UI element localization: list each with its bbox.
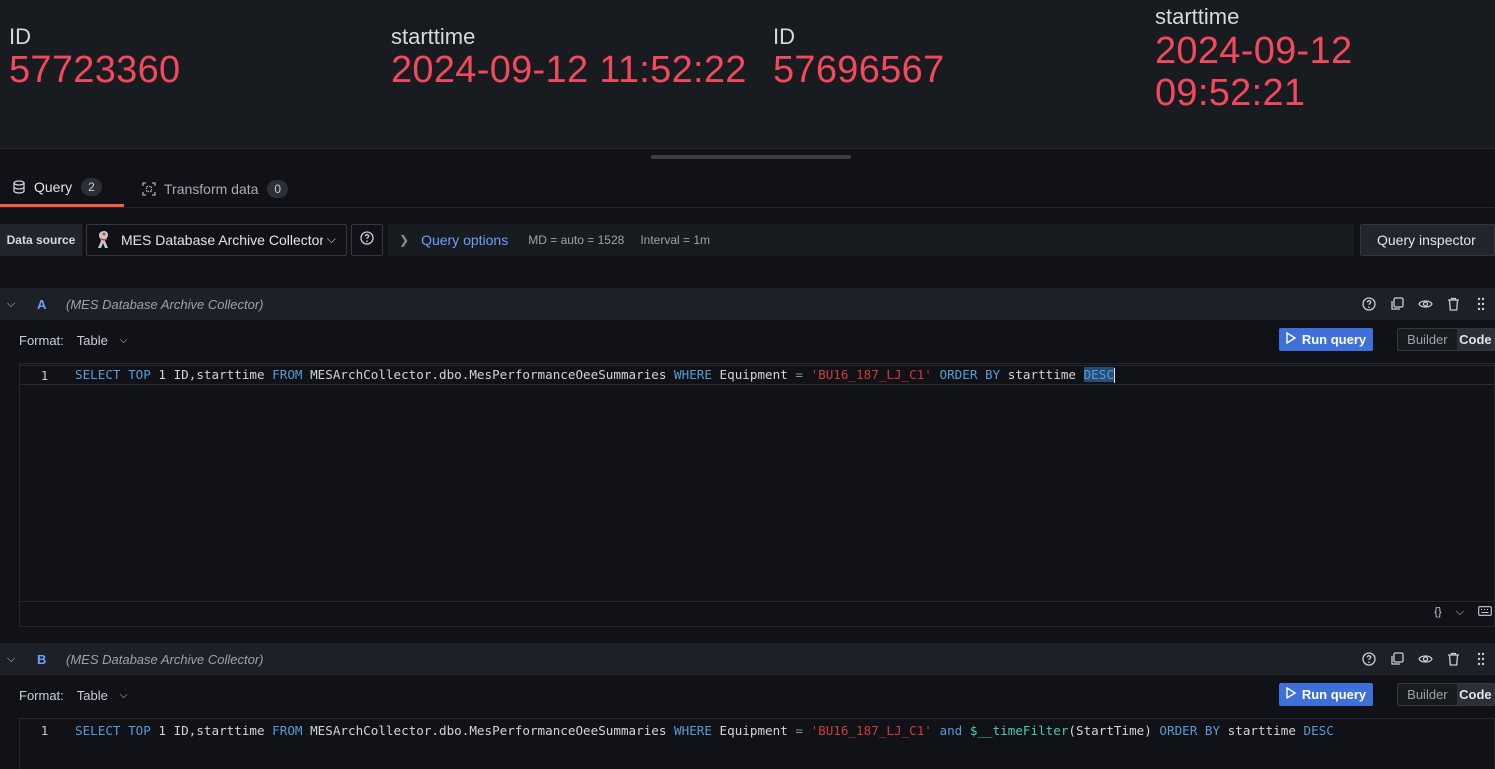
query-ref-id[interactable]: B <box>37 652 66 667</box>
text-caret <box>1113 368 1115 383</box>
datasource-name: MES Database Archive Collector <box>121 232 323 248</box>
stat-value: 2024-09-12 11:52:22 <box>391 49 747 91</box>
panel-resize-handle[interactable] <box>651 155 851 159</box>
max-data-points: MD = auto = 1528 <box>528 233 625 247</box>
editor-mode-toggle: Builder Code <box>1397 328 1495 351</box>
query-tabs: Query 2 Transform data 0 <box>0 170 1495 208</box>
datasource-label: Data source <box>0 224 82 256</box>
stat-value: 57696567 <box>773 49 945 91</box>
query-row-actions <box>1355 643 1495 675</box>
stat-value: 2024-09-12 09:52:21 <box>1155 30 1353 114</box>
stat-panel: ID 57723360 starttime 2024-09-12 11:52:2… <box>0 0 1495 149</box>
line-number: 1 <box>40 367 49 383</box>
trash-icon[interactable] <box>1439 297 1467 311</box>
stat-label: ID <box>9 24 31 49</box>
database-icon <box>12 180 26 194</box>
code-mode-button[interactable]: Code <box>1456 684 1494 705</box>
help-icon[interactable] <box>1355 297 1383 311</box>
tab-label: Transform data <box>164 180 259 197</box>
format-selector[interactable]: Format: Table ⌵ <box>19 328 127 352</box>
sql-text[interactable]: SELECT TOP 1 ID,starttime FROM MESArchCo… <box>75 723 1334 738</box>
tab-query[interactable]: Query 2 <box>0 170 124 207</box>
transform-icon <box>142 181 156 196</box>
builder-mode-button[interactable]: Builder <box>1398 684 1457 705</box>
stat-starttime-1: starttime 2024-09-12 11:52:22 <box>391 24 747 90</box>
chevron-right-icon: ❯ <box>399 233 410 247</box>
query-inspector-button[interactable]: Query inspector <box>1360 224 1495 256</box>
drag-handle-icon[interactable] <box>1467 297 1495 311</box>
play-icon <box>1286 686 1297 702</box>
code-line[interactable]: 1 SELECT TOP 1 ID,starttime FROM MESArch… <box>20 365 1494 385</box>
query-datasource-name: (MES Database Archive Collector) <box>66 296 264 312</box>
query-options-title: Query options <box>421 232 509 248</box>
line-number: 1 <box>40 722 49 738</box>
duplicate-icon[interactable] <box>1383 297 1411 311</box>
help-icon[interactable] <box>1355 652 1383 666</box>
tab-transform-data[interactable]: Transform data 0 <box>140 170 289 207</box>
run-query-label: Run query <box>1301 332 1367 347</box>
duplicate-icon[interactable] <box>1383 652 1411 666</box>
eye-icon[interactable] <box>1411 653 1439 665</box>
run-query-label: Run query <box>1301 687 1367 702</box>
count-badge: 0 <box>267 179 289 198</box>
stat-label: starttime <box>391 24 476 49</box>
eye-icon[interactable] <box>1411 298 1439 310</box>
stat-label: ID <box>773 24 795 49</box>
datasource-picker[interactable]: MES Database Archive Collector ⌵ <box>86 224 347 256</box>
builder-mode-button[interactable]: Builder <box>1398 329 1457 350</box>
question-circle-icon <box>360 230 374 250</box>
collapse-chevron-icon[interactable]: ⌵ <box>7 653 19 666</box>
query-row-actions <box>1355 288 1495 320</box>
editor-footer: {} ⌵ <box>20 601 1494 626</box>
code-line[interactable]: 1 SELECT TOP 1 ID,starttime FROM MESArch… <box>20 720 1494 740</box>
format-label: Format: <box>19 687 64 703</box>
chevron-down-icon: ⌵ <box>119 689 128 701</box>
chevron-down-icon[interactable]: ⌵ <box>1456 606 1464 619</box>
chevron-down-icon: ⌵ <box>119 334 128 346</box>
trash-icon[interactable] <box>1439 652 1467 666</box>
query-row-header-a: ⌵ A (MES Database Archive Collector) <box>0 288 1495 320</box>
stat-value: 57723360 <box>9 49 181 91</box>
query-toolbar: Data source MES Database Archive Collect… <box>0 224 1495 256</box>
query-options-toggle[interactable]: ❯ Query options MD = auto = 1528 Interva… <box>388 224 1354 256</box>
help-button[interactable] <box>351 224 383 256</box>
sql-code-editor[interactable]: 1 SELECT TOP 1 ID,starttime FROM MESArch… <box>19 718 1495 769</box>
run-query-button[interactable]: Run query <box>1279 683 1373 706</box>
interval: Interval = 1m <box>640 233 711 247</box>
tab-label: Query <box>34 179 73 195</box>
collapse-chevron-icon[interactable]: ⌵ <box>7 298 19 311</box>
keyboard-icon[interactable] <box>1478 606 1492 619</box>
sql-text[interactable]: SELECT TOP 1 ID,starttime FROM MESArchCo… <box>75 367 1115 383</box>
format-value: Table <box>76 332 108 348</box>
editor-mode-toggle: Builder Code <box>1397 683 1495 706</box>
sql-code-editor[interactable]: 1 SELECT TOP 1 ID,starttime FROM MESArch… <box>19 363 1495 627</box>
format-label: Format: <box>19 332 64 348</box>
query-ref-id[interactable]: A <box>37 297 66 312</box>
chevron-down-icon: ⌵ <box>326 232 336 246</box>
count-badge: 2 <box>81 178 102 196</box>
format-selector[interactable]: Format: Table ⌵ <box>19 683 127 707</box>
stat-id-1: ID 57723360 <box>9 24 180 90</box>
stat-starttime-2: starttime 2024-09-12 09:52:21 <box>1155 4 1385 114</box>
query-datasource-name: (MES Database Archive Collector) <box>66 651 264 667</box>
run-query-button[interactable]: Run query <box>1279 328 1373 351</box>
stat-id-2: ID 57696567 <box>773 24 944 90</box>
query-row-header-b: ⌵ B (MES Database Archive Collector) <box>0 643 1495 675</box>
drag-handle-icon[interactable] <box>1467 652 1495 666</box>
stat-label: starttime <box>1155 4 1240 29</box>
format-value: Table <box>76 687 108 703</box>
play-icon <box>1286 331 1297 347</box>
format-code-icon[interactable]: {} <box>1434 606 1441 619</box>
datasource-logo-icon <box>95 230 113 250</box>
code-mode-button[interactable]: Code <box>1456 329 1494 350</box>
